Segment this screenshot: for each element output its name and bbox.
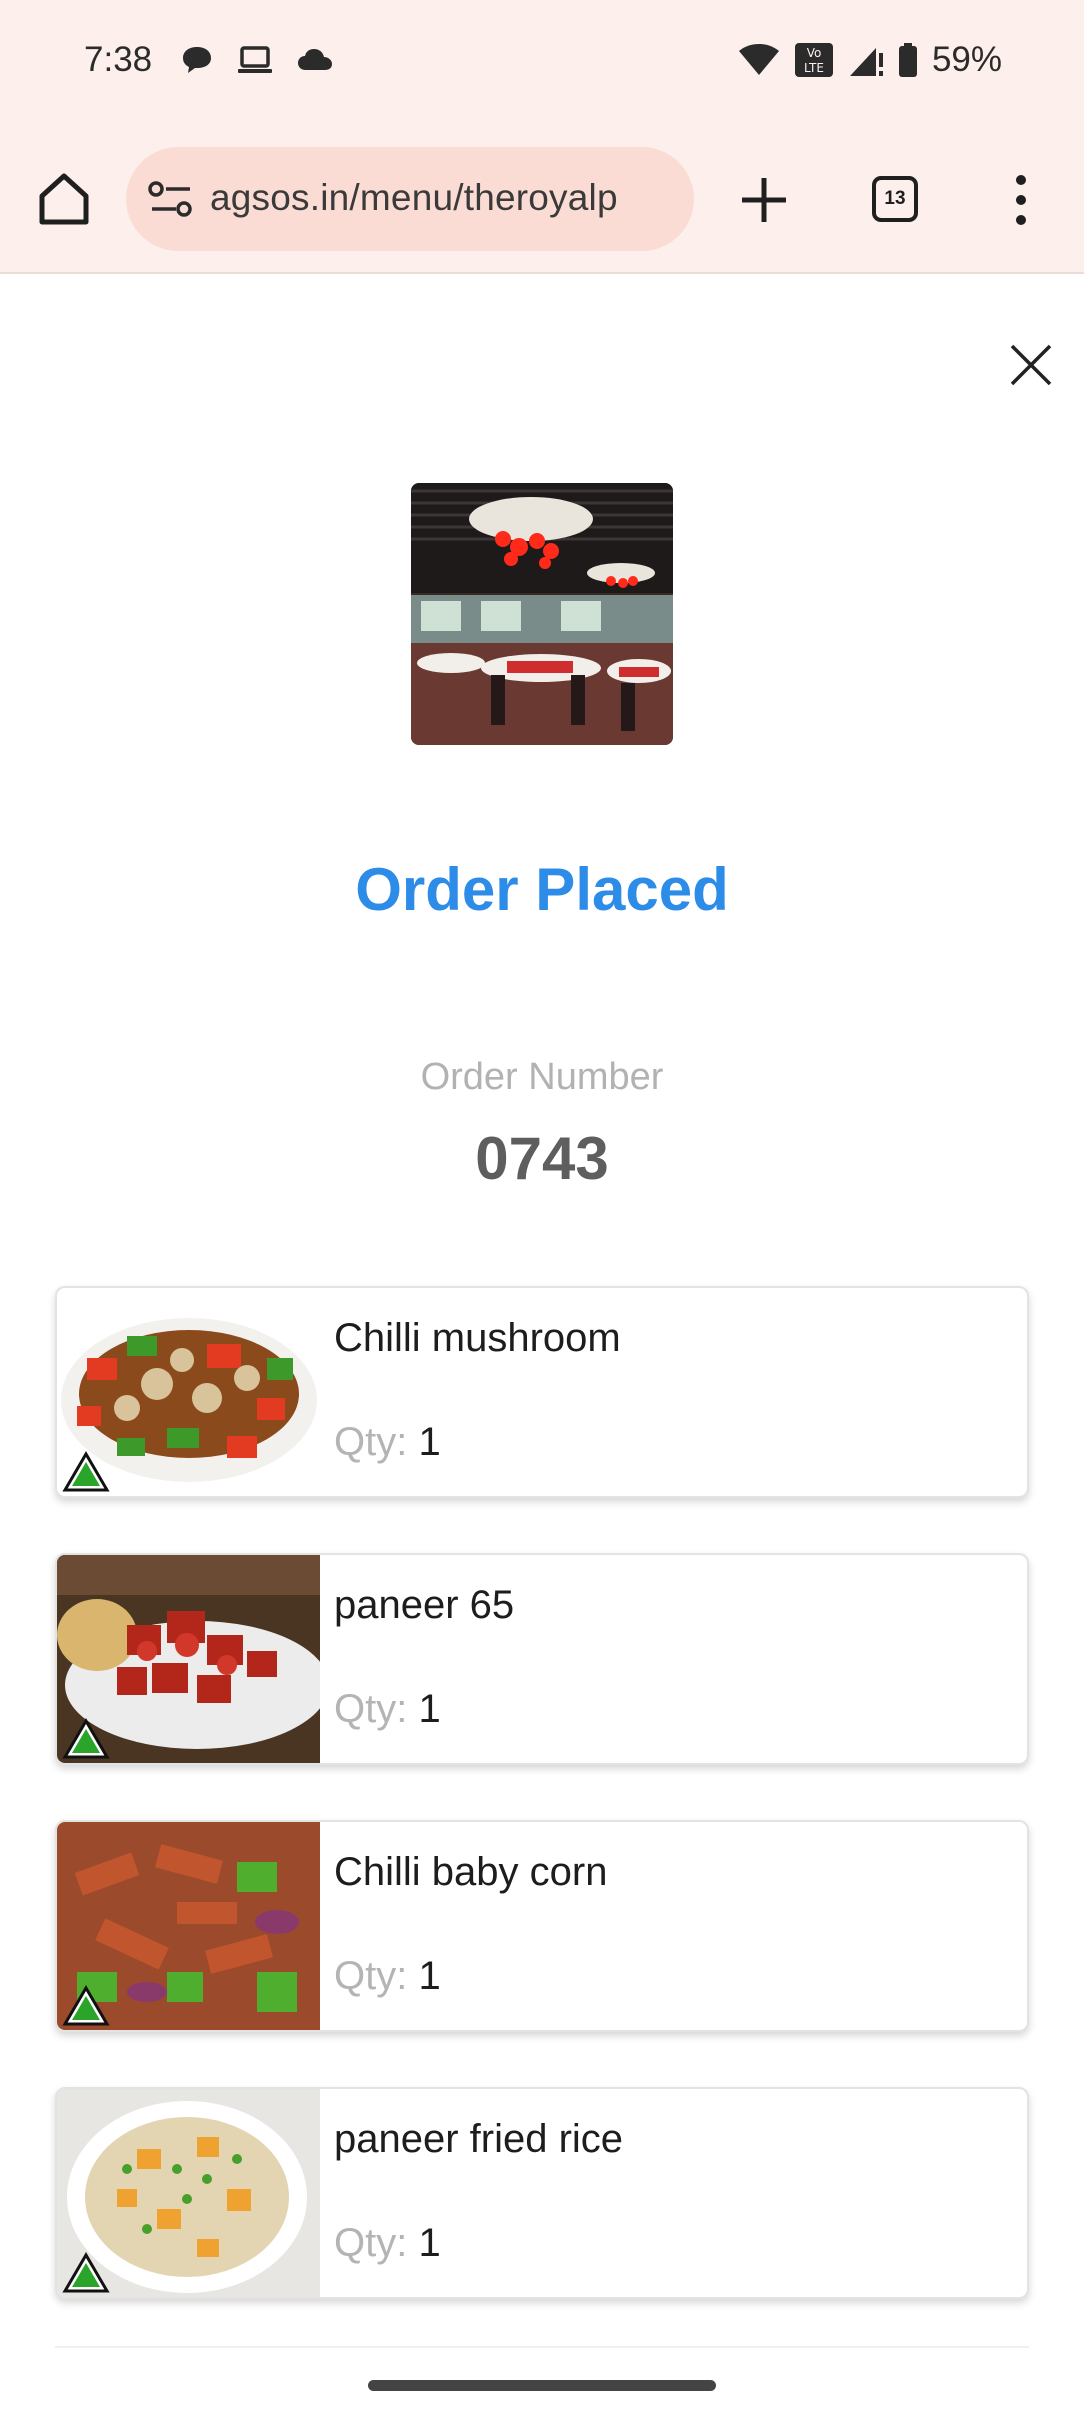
order-item-card[interactable]: Chilli baby corn Qty: 1: [55, 1820, 1029, 2032]
home-icon[interactable]: [34, 168, 94, 228]
volte-icon: Vo LTE: [794, 43, 833, 77]
item-name: Chilli baby corn: [334, 1850, 608, 1894]
veg-indicator-icon: [62, 2252, 110, 2293]
browser-toolbar: agsos.in/menu/theroyalp 13: [0, 128, 1084, 274]
qty-value: 1: [418, 2221, 441, 2265]
item-name: paneer fried rice: [334, 2117, 624, 2161]
status-time: 7:38: [84, 40, 153, 79]
item-quantity: Qty: 1: [334, 2221, 441, 2266]
cloud-icon: [298, 49, 332, 70]
order-item-card[interactable]: paneer fried rice Qty: 1: [55, 2087, 1029, 2299]
item-name: Chilli mushroom: [334, 1316, 621, 1360]
veg-indicator-icon: [62, 1451, 110, 1492]
order-number-label: Order Number: [420, 1056, 664, 1098]
veg-indicator-icon: [62, 1718, 110, 1759]
divider: [55, 2346, 1029, 2348]
svg-text:LTE: LTE: [804, 61, 824, 75]
order-number: 0743: [475, 1125, 609, 1192]
qty-label: Qty:: [334, 1420, 408, 1464]
chat-icon: [183, 47, 211, 73]
item-quantity: Qty: 1: [334, 1420, 441, 1465]
qty-value: 1: [418, 1687, 441, 1731]
notification-icons: [180, 44, 334, 76]
veg-indicator-icon: [62, 1985, 110, 2026]
signal-icon: [849, 48, 883, 76]
new-tab-icon[interactable]: [736, 172, 792, 228]
qty-label: Qty:: [334, 1954, 408, 1998]
wifi-icon: [738, 44, 779, 75]
system-icons: Vo LTE 59%: [738, 40, 1002, 80]
more-menu-icon[interactable]: [1006, 172, 1036, 228]
qty-label: Qty:: [334, 1687, 408, 1731]
svg-text:Vo: Vo: [807, 46, 822, 60]
site-settings-icon[interactable]: [148, 179, 194, 219]
gesture-nav-handle[interactable]: [368, 2380, 716, 2391]
battery-percentage: 59%: [931, 40, 1002, 79]
tab-switcher-button[interactable]: 13: [872, 176, 918, 222]
laptop-icon: [238, 46, 272, 73]
qty-value: 1: [418, 1420, 441, 1464]
battery-icon: [898, 43, 917, 77]
status-bar: 7:38 Vo LTE 59%: [0, 0, 1084, 128]
order-item-card[interactable]: Chilli mushroom Qty: 1: [55, 1286, 1029, 1498]
url-text[interactable]: agsos.in/menu/theroyalp: [210, 177, 680, 219]
tab-count: 13: [884, 188, 906, 209]
close-icon[interactable]: [1008, 342, 1054, 388]
order-placed-title: Order Placed: [355, 856, 729, 923]
item-quantity: Qty: 1: [334, 1954, 441, 1999]
qty-value: 1: [418, 1954, 441, 1998]
qty-label: Qty:: [334, 2221, 408, 2265]
order-items-list: Chilli mushroom Qty: 1 paneer 65 Qty: 1: [55, 1286, 1029, 2354]
order-item-card[interactable]: paneer 65 Qty: 1: [55, 1553, 1029, 1765]
restaurant-image: [411, 483, 673, 745]
item-name: paneer 65: [334, 1583, 515, 1627]
address-bar[interactable]: agsos.in/menu/theroyalp: [126, 147, 694, 251]
item-quantity: Qty: 1: [334, 1687, 441, 1732]
